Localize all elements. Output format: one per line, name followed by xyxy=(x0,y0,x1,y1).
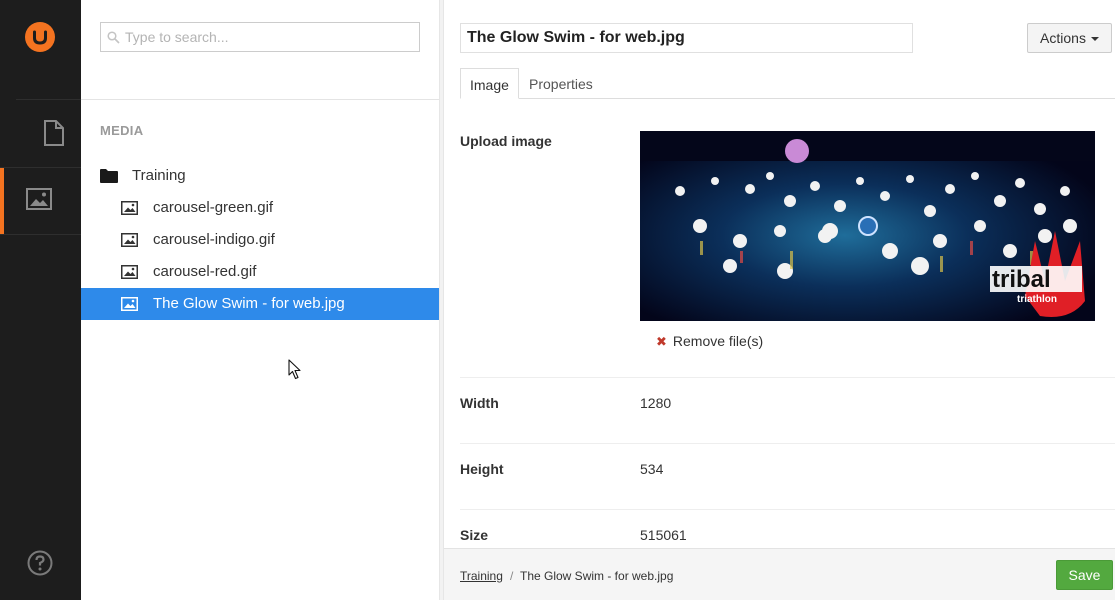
height-label: Height xyxy=(460,461,504,477)
media-name-input[interactable] xyxy=(460,23,913,53)
tree-item-label: carousel-indigo.gif xyxy=(153,231,275,248)
image-icon xyxy=(121,233,138,247)
image-logo-subtext: triathlon xyxy=(1017,294,1057,305)
breadcrumb-link-training[interactable]: Training xyxy=(460,569,503,583)
media-tree-panel: MEDIA Training carousel-green.gif carous… xyxy=(81,0,439,600)
image-icon xyxy=(26,188,52,210)
tree-item-label: The Glow Swim - for web.jpg xyxy=(153,295,345,312)
size-value: 515061 xyxy=(640,527,687,543)
divider xyxy=(460,377,1115,378)
tree-item-selected[interactable]: The Glow Swim - for web.jpg xyxy=(81,288,439,320)
image-icon xyxy=(121,297,138,311)
tree-item[interactable]: carousel-red.gif xyxy=(81,256,439,288)
search-box[interactable] xyxy=(100,22,420,52)
media-editor: Actions Image Properties Upload image xyxy=(444,0,1115,600)
image-logo-text: tribal xyxy=(992,266,1051,293)
remove-files-link[interactable]: ✖ Remove file(s) xyxy=(656,333,763,350)
folder-icon xyxy=(100,169,118,183)
tree-item-label: carousel-green.gif xyxy=(153,199,274,216)
uploaded-image-preview[interactable]: tribal triathlon xyxy=(640,131,1095,321)
section-media[interactable] xyxy=(0,167,81,235)
search-icon xyxy=(107,31,120,44)
divider xyxy=(460,443,1115,444)
width-label: Width xyxy=(460,395,499,411)
tab-properties[interactable]: Properties xyxy=(520,68,602,99)
save-button[interactable]: Save xyxy=(1056,560,1113,590)
height-value: 534 xyxy=(640,461,664,477)
image-icon xyxy=(121,201,138,215)
remove-x-icon: ✖ xyxy=(656,334,667,349)
umbraco-logo-icon[interactable] xyxy=(25,22,55,52)
help-icon[interactable] xyxy=(27,550,53,576)
actions-label: Actions xyxy=(1040,30,1086,46)
app-sidebar xyxy=(0,0,671,600)
tab-image[interactable]: Image xyxy=(460,68,519,99)
remove-files-label: Remove file(s) xyxy=(672,333,764,349)
editor-content: Upload image tribal triathlon ✖ Remove f… xyxy=(460,100,1115,548)
image-icon xyxy=(121,265,138,279)
divider xyxy=(460,509,1115,510)
document-icon xyxy=(44,120,64,146)
folder-label: Training xyxy=(132,167,186,184)
divider xyxy=(81,99,439,100)
mouse-cursor-icon xyxy=(288,359,301,380)
upload-image-label: Upload image xyxy=(460,133,552,149)
caret-down-icon xyxy=(1090,37,1099,41)
tree-item-label: carousel-red.gif xyxy=(153,263,257,280)
tree-section-title: MEDIA xyxy=(100,123,144,138)
size-label: Size xyxy=(460,527,489,543)
editor-tabs: Image Properties xyxy=(460,68,1115,99)
search-input[interactable] xyxy=(125,23,415,51)
breadcrumb-separator: / xyxy=(510,569,514,583)
actions-button[interactable]: Actions xyxy=(1027,23,1112,53)
width-value: 1280 xyxy=(640,395,672,411)
tree-folder-training[interactable]: Training xyxy=(100,166,400,186)
tree-item[interactable]: carousel-green.gif xyxy=(81,192,439,224)
breadcrumb-current: The Glow Swim - for web.jpg xyxy=(520,569,674,583)
tree-item[interactable]: carousel-indigo.gif xyxy=(81,224,439,256)
editor-footer: Training / The Glow Swim - for web.jpg S… xyxy=(444,548,1115,600)
